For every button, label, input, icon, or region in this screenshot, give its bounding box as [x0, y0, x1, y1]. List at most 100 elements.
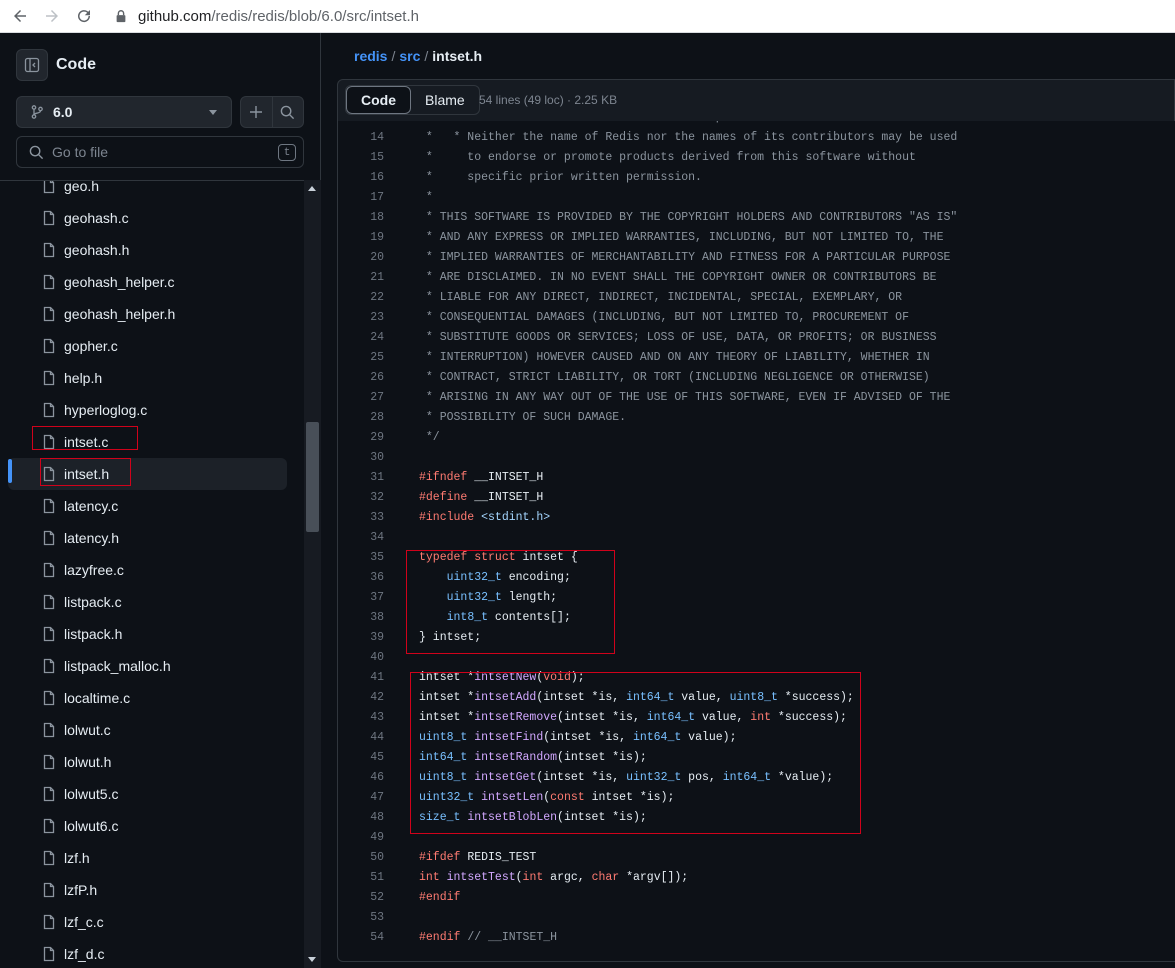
- line-number[interactable]: 32: [338, 491, 384, 504]
- line-number[interactable]: 35: [338, 551, 384, 564]
- line-number[interactable]: 43: [338, 711, 384, 724]
- go-to-file-input[interactable]: [52, 144, 262, 160]
- tree-item-file[interactable]: latency.c: [8, 490, 287, 522]
- tree-item-file[interactable]: geo.h: [8, 181, 287, 202]
- scroll-down-icon[interactable]: [308, 957, 316, 962]
- line-number[interactable]: 28: [338, 411, 384, 424]
- scrollbar-thumb[interactable]: [306, 422, 319, 532]
- line-number[interactable]: 36: [338, 571, 384, 584]
- tree-item-file[interactable]: lolwut.c: [8, 714, 287, 746]
- file-icon: [43, 722, 55, 738]
- line-number[interactable]: 17: [338, 191, 384, 204]
- line-number[interactable]: 52: [338, 891, 384, 904]
- line-number[interactable]: 21: [338, 271, 384, 284]
- code-text: #ifdef REDIS_TEST: [419, 851, 536, 864]
- line-number[interactable]: 13: [338, 121, 384, 124]
- url-path: /redis/redis/blob/6.0/src/intset.h: [211, 7, 419, 25]
- scroll-up-icon[interactable]: [308, 186, 316, 191]
- tree-item-file[interactable]: gopher.c: [8, 330, 287, 362]
- line-number[interactable]: 22: [338, 291, 384, 304]
- line-number[interactable]: 27: [338, 391, 384, 404]
- forward-icon[interactable]: [40, 4, 64, 28]
- tree-item-file[interactable]: latency.h: [8, 522, 287, 554]
- file-icon: [43, 181, 55, 194]
- line-number[interactable]: 46: [338, 771, 384, 784]
- line-number[interactable]: 31: [338, 471, 384, 484]
- line-number[interactable]: 30: [338, 451, 384, 464]
- line-number[interactable]: 15: [338, 151, 384, 164]
- line-number[interactable]: 14: [338, 131, 384, 144]
- line-number[interactable]: 42: [338, 691, 384, 704]
- tree-item-file[interactable]: lolwut.h: [8, 746, 287, 778]
- line-number[interactable]: 51: [338, 871, 384, 884]
- breadcrumb-dir[interactable]: src: [399, 48, 420, 64]
- line-number[interactable]: 39: [338, 631, 384, 644]
- tree-item-file[interactable]: lazyfree.c: [8, 554, 287, 586]
- tree-item-file[interactable]: hyperloglog.c: [8, 394, 287, 426]
- code-line: 52 #endif: [338, 887, 1175, 907]
- code-token: * LIABLE FOR ANY DIRECT, INDIRECT, INCID…: [419, 290, 903, 304]
- breadcrumb-repo[interactable]: redis: [354, 48, 387, 64]
- tree-item-file[interactable]: geohash.h: [8, 234, 287, 266]
- tree-item-file[interactable]: geohash.c: [8, 202, 287, 234]
- line-number[interactable]: 44: [338, 731, 384, 744]
- line-number[interactable]: 20: [338, 251, 384, 264]
- code-token: * ARE DISCLAIMED. IN NO EVENT SHALL THE …: [419, 270, 937, 284]
- reload-icon[interactable]: [72, 4, 96, 28]
- sidebar-scrollbar[interactable]: [304, 180, 321, 968]
- tree-item-file[interactable]: listpack.c: [8, 586, 287, 618]
- line-number[interactable]: 49: [338, 831, 384, 844]
- tree-item-file[interactable]: geohash_helper.h: [8, 298, 287, 330]
- code-token: * THIS SOFTWARE IS PROVIDED BY THE COPYR…: [419, 210, 958, 224]
- line-number[interactable]: 48: [338, 811, 384, 824]
- line-number[interactable]: 34: [338, 531, 384, 544]
- line-number[interactable]: 16: [338, 171, 384, 184]
- tab-blame[interactable]: Blame: [411, 86, 479, 114]
- line-number[interactable]: 41: [338, 671, 384, 684]
- line-number[interactable]: 38: [338, 611, 384, 624]
- tree-item-file[interactable]: lzf_c.c: [8, 906, 287, 938]
- line-number[interactable]: 33: [338, 511, 384, 524]
- line-number[interactable]: 45: [338, 751, 384, 764]
- code-text: #define __INTSET_H: [419, 491, 543, 504]
- code-text: int intsetTest(int argc, char *argv[]);: [419, 871, 688, 884]
- tab-code[interactable]: Code: [346, 86, 411, 114]
- line-number[interactable]: 40: [338, 651, 384, 664]
- line-number[interactable]: 23: [338, 311, 384, 324]
- tree-item-file[interactable]: lolwut5.c: [8, 778, 287, 810]
- address-bar[interactable]: github.com/redis/redis/blob/6.0/src/ints…: [138, 8, 419, 25]
- line-number[interactable]: 47: [338, 791, 384, 804]
- tree-item-file[interactable]: geohash_helper.c: [8, 266, 287, 298]
- line-number[interactable]: 25: [338, 351, 384, 364]
- code-token: * AND ANY EXPRESS OR IMPLIED WARRANTIES,…: [419, 230, 944, 244]
- tree-item-label: geohash_helper.h: [64, 306, 176, 322]
- shortcut-hint: t: [278, 144, 296, 161]
- branch-selector[interactable]: 6.0: [16, 96, 232, 128]
- tree-item-file[interactable]: localtime.c: [8, 682, 287, 714]
- tree-item-file[interactable]: help.h: [8, 362, 287, 394]
- search-button[interactable]: [271, 97, 303, 127]
- collapse-sidebar-button[interactable]: [16, 49, 48, 81]
- tree-item-file[interactable]: lzf_d.c: [8, 938, 287, 968]
- line-number[interactable]: 29: [338, 431, 384, 444]
- tree-item-file[interactable]: lolwut6.c: [8, 810, 287, 842]
- back-icon[interactable]: [8, 4, 32, 28]
- code-line: 54 #endif // __INTSET_H: [338, 927, 1175, 947]
- line-number[interactable]: 18: [338, 211, 384, 224]
- line-number[interactable]: 26: [338, 371, 384, 384]
- line-number[interactable]: 24: [338, 331, 384, 344]
- line-number[interactable]: 50: [338, 851, 384, 864]
- line-number[interactable]: 53: [338, 911, 384, 924]
- tree-item-label: listpack.h: [64, 626, 123, 642]
- code-text: * SUBSTITUTE GOODS OR SERVICES; LOSS OF …: [419, 331, 937, 344]
- add-file-button[interactable]: [241, 97, 272, 127]
- tree-item-file[interactable]: listpack_malloc.h: [8, 650, 287, 682]
- line-number[interactable]: 37: [338, 591, 384, 604]
- line-number[interactable]: 54: [338, 931, 384, 944]
- line-number[interactable]: 19: [338, 231, 384, 244]
- code-token: * documentation and/or other materials p…: [419, 121, 930, 124]
- tree-item-file[interactable]: lzf.h: [8, 842, 287, 874]
- tree-item-file[interactable]: lzfP.h: [8, 874, 287, 906]
- tree-item-label: localtime.c: [64, 690, 131, 706]
- tree-item-file[interactable]: listpack.h: [8, 618, 287, 650]
